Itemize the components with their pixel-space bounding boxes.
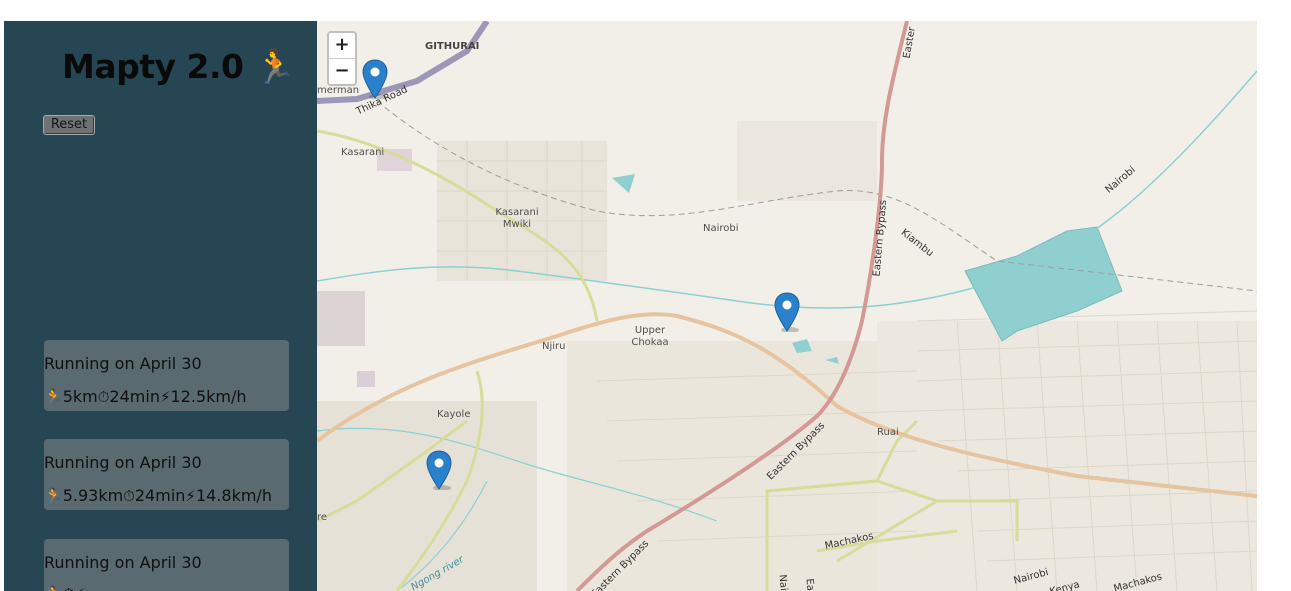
place-label: Upper Chokaa [631,325,669,348]
workout-stats: 🏃 5km ⏱ 24min ⚡ 12.5km/h [44,387,247,406]
zoom-control: + − [327,31,357,86]
stopwatch-icon: ⏱ [63,586,75,591]
place-label: Njiru [542,341,566,352]
runner-icon: 🏃 [44,586,63,591]
map-marker-icon[interactable] [362,59,388,99]
stopwatch-icon: ⏱ [97,387,110,406]
place-label: Ruai [877,427,899,438]
app-title: Mapty 2.0 🏃 [62,47,296,86]
workout-stats: 🏃 ⏱ ⚡ [44,586,85,591]
workout-speed: 12.5km/h [170,387,247,406]
workout-distance: 5km [62,387,98,406]
urban-area [737,121,877,201]
industrial-area [357,371,375,387]
road-label: Nairo [776,574,790,591]
lightning-icon: ⚡ [159,387,171,406]
map[interactable]: GITHURAI Kasarani Kasarani Mwiki Nairobi… [317,21,1257,591]
lightning-icon: ⚡ [74,586,85,591]
workout-card[interactable]: Running on April 30 🏃 5km ⏱ 24min ⚡ 12.5… [44,340,289,411]
urban-area [317,401,537,591]
place-label: Nairobi [703,223,739,234]
place-label: GITHURAI [425,41,480,52]
runner-icon: 🏃 [44,486,63,505]
place-label: Kasarani Mwiki [495,207,539,230]
workout-title: Running on April 30 [44,553,202,572]
workout-card[interactable]: Running on April 30 🏃 ⏱ ⚡ [44,539,289,591]
zoom-out-button[interactable]: − [329,58,355,84]
workout-duration: 24min [109,387,160,406]
place-label: re [317,512,328,523]
stopwatch-icon: ⏱ [123,486,135,505]
workout-stats: 🏃 5.93km ⏱ 24min ⚡ 14.8km/h [44,486,272,505]
road-label: East [803,578,817,591]
map-marker-icon[interactable] [426,450,452,490]
lightning-icon: ⚡ [185,486,196,505]
workout-title: Running on April 30 [44,453,202,472]
place-label: merman [317,85,360,96]
workout-card[interactable]: Running on April 30 🏃 5.93km ⏱ 24min ⚡ 1… [44,439,289,510]
place-label: Kayole [437,409,471,420]
zoom-in-button[interactable]: + [329,33,355,58]
workout-speed: 14.8km/h [195,486,272,505]
map-marker-icon[interactable] [774,292,800,332]
reset-button[interactable]: Reset [43,115,95,135]
runner-icon: 🏃 [44,387,63,406]
water-body [612,174,635,193]
workout-distance: 5.93km [62,486,124,505]
place-label: Kasarani [341,147,385,158]
industrial-area [317,291,365,346]
workout-duration: 24min [134,486,186,505]
workout-title: Running on April 30 [44,354,202,373]
sidebar: Mapty 2.0 🏃 Reset Running on April 30 🏃 … [4,21,317,591]
